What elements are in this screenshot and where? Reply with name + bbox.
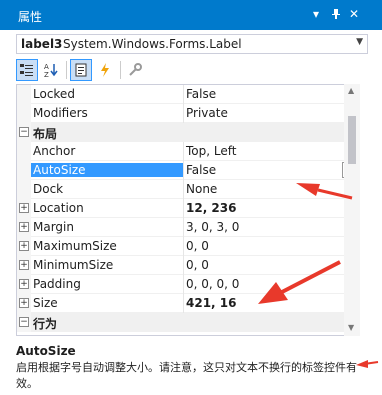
column-divider[interactable] <box>183 218 184 237</box>
description-panel: AutoSize 启用根据字号自动调整大小。请注意，这只对文本不换行的标签控件有… <box>16 340 372 395</box>
property-row[interactable]: Dock None <box>17 180 357 199</box>
collapse-icon[interactable]: − <box>19 127 29 137</box>
column-divider[interactable] <box>183 294 184 313</box>
close-icon[interactable]: ✕ <box>346 6 362 22</box>
row-gutter <box>17 85 31 104</box>
svg-text:Z: Z <box>44 71 49 78</box>
category-name: 行为 <box>33 317 58 331</box>
property-toolbar: A Z <box>16 58 368 82</box>
property-value[interactable]: False <box>186 87 336 101</box>
row-gutter <box>17 142 31 161</box>
expand-icon[interactable]: + <box>19 222 29 232</box>
expand-icon[interactable]: + <box>19 241 29 251</box>
selected-object-type: System.Windows.Forms.Label <box>63 37 242 51</box>
properties-icon <box>75 63 87 77</box>
property-value[interactable]: False <box>186 163 336 177</box>
property-name: AutoSize <box>31 163 183 177</box>
column-divider[interactable] <box>183 104 184 123</box>
property-value[interactable]: Top, Left <box>186 144 336 158</box>
properties-titlebar: 属性 ▾ ✕ <box>0 0 382 30</box>
property-row[interactable]: + MinimumSize 0, 0 <box>17 256 357 275</box>
property-value[interactable]: 0, 0 <box>186 239 336 253</box>
property-value[interactable]: 12, 236 <box>186 201 336 215</box>
property-row[interactable]: + Location 12, 236 <box>17 199 357 218</box>
category-row[interactable]: − 行为 <box>17 313 357 332</box>
events-icon <box>101 63 109 77</box>
chevron-down-icon[interactable]: ▼ <box>356 37 363 47</box>
property-value[interactable]: Private <box>186 106 336 120</box>
toolbar-separator <box>66 61 67 79</box>
description-title: AutoSize <box>16 344 76 358</box>
property-value[interactable]: None <box>186 182 336 196</box>
alphabetical-icon: A Z <box>44 63 58 78</box>
property-value[interactable]: 0, 0, 0, 0 <box>186 277 336 291</box>
property-row[interactable]: Anchor Top, Left <box>17 142 357 161</box>
column-divider[interactable] <box>183 85 184 104</box>
column-divider[interactable] <box>183 142 184 161</box>
property-pages-button[interactable] <box>124 59 146 81</box>
dropdown-menu-icon[interactable]: ▾ <box>308 6 324 22</box>
events-button[interactable] <box>94 59 116 81</box>
property-name: MaximumSize <box>33 239 117 253</box>
column-divider[interactable] <box>183 161 184 180</box>
vertical-scrollbar[interactable]: ▲ ▼ <box>344 84 360 336</box>
property-pages-icon <box>129 63 142 76</box>
property-name: Size <box>33 296 58 310</box>
categorized-button[interactable] <box>16 59 38 81</box>
property-value[interactable]: 421, 16 <box>186 296 336 310</box>
row-gutter <box>17 161 31 180</box>
pin-icon[interactable] <box>328 6 344 22</box>
property-value[interactable]: 3, 0, 3, 0 <box>186 220 336 234</box>
column-divider[interactable] <box>183 237 184 256</box>
category-row[interactable]: − 布局 <box>17 123 357 142</box>
property-grid: Locked False Modifiers Private − 布局 Anchor Top,… <box>16 84 358 336</box>
property-row[interactable]: + Margin 3, 0, 3, 0 <box>17 218 357 237</box>
description-text: 启用根据字号自动调整大小。请注意，这只对文本不换行的标签控件有效。 <box>16 361 357 390</box>
category-name: 布局 <box>33 127 58 141</box>
property-row[interactable]: AutoSizeFalse▼ <box>17 161 357 180</box>
property-row[interactable]: + Padding 0, 0, 0, 0 <box>17 275 357 294</box>
expand-icon[interactable]: + <box>19 279 29 289</box>
svg-text:A: A <box>44 63 49 71</box>
row-gutter <box>17 180 31 199</box>
property-value[interactable]: 0, 0 <box>186 258 336 272</box>
categorized-icon <box>20 64 33 76</box>
column-divider[interactable] <box>183 180 184 199</box>
column-divider[interactable] <box>183 256 184 275</box>
scrollbar-thumb[interactable] <box>348 116 356 164</box>
column-divider[interactable] <box>183 199 184 218</box>
properties-button[interactable] <box>70 59 92 81</box>
property-name: Modifiers <box>33 106 88 120</box>
scroll-down-icon[interactable]: ▼ <box>348 323 354 332</box>
property-row[interactable]: + MaximumSize 0, 0 <box>17 237 357 256</box>
property-row[interactable]: Locked False <box>17 85 357 104</box>
row-gutter <box>17 104 31 123</box>
object-selector[interactable]: label3 System.Windows.Forms.Label ▼ <box>16 34 368 54</box>
property-name: MinimumSize <box>33 258 114 272</box>
expand-icon[interactable]: + <box>19 203 29 213</box>
property-row[interactable]: + Size 421, 16 <box>17 294 357 313</box>
property-name: Margin <box>33 220 74 234</box>
column-divider[interactable] <box>183 275 184 294</box>
expand-icon[interactable]: + <box>19 260 29 270</box>
selected-object-name: label3 <box>21 37 63 51</box>
window-title: 属性 <box>18 10 43 24</box>
expand-icon[interactable]: + <box>19 298 29 308</box>
toolbar-separator <box>120 61 121 79</box>
property-name: Anchor <box>33 144 76 158</box>
scroll-up-icon[interactable]: ▲ <box>348 86 354 95</box>
property-name: Location <box>33 201 84 215</box>
alphabetical-button[interactable]: A Z <box>40 59 62 81</box>
property-name: Padding <box>33 277 81 291</box>
property-name: Dock <box>33 182 64 196</box>
collapse-icon[interactable]: − <box>19 317 29 327</box>
property-row[interactable]: Modifiers Private <box>17 104 357 123</box>
property-name: Locked <box>33 87 75 101</box>
